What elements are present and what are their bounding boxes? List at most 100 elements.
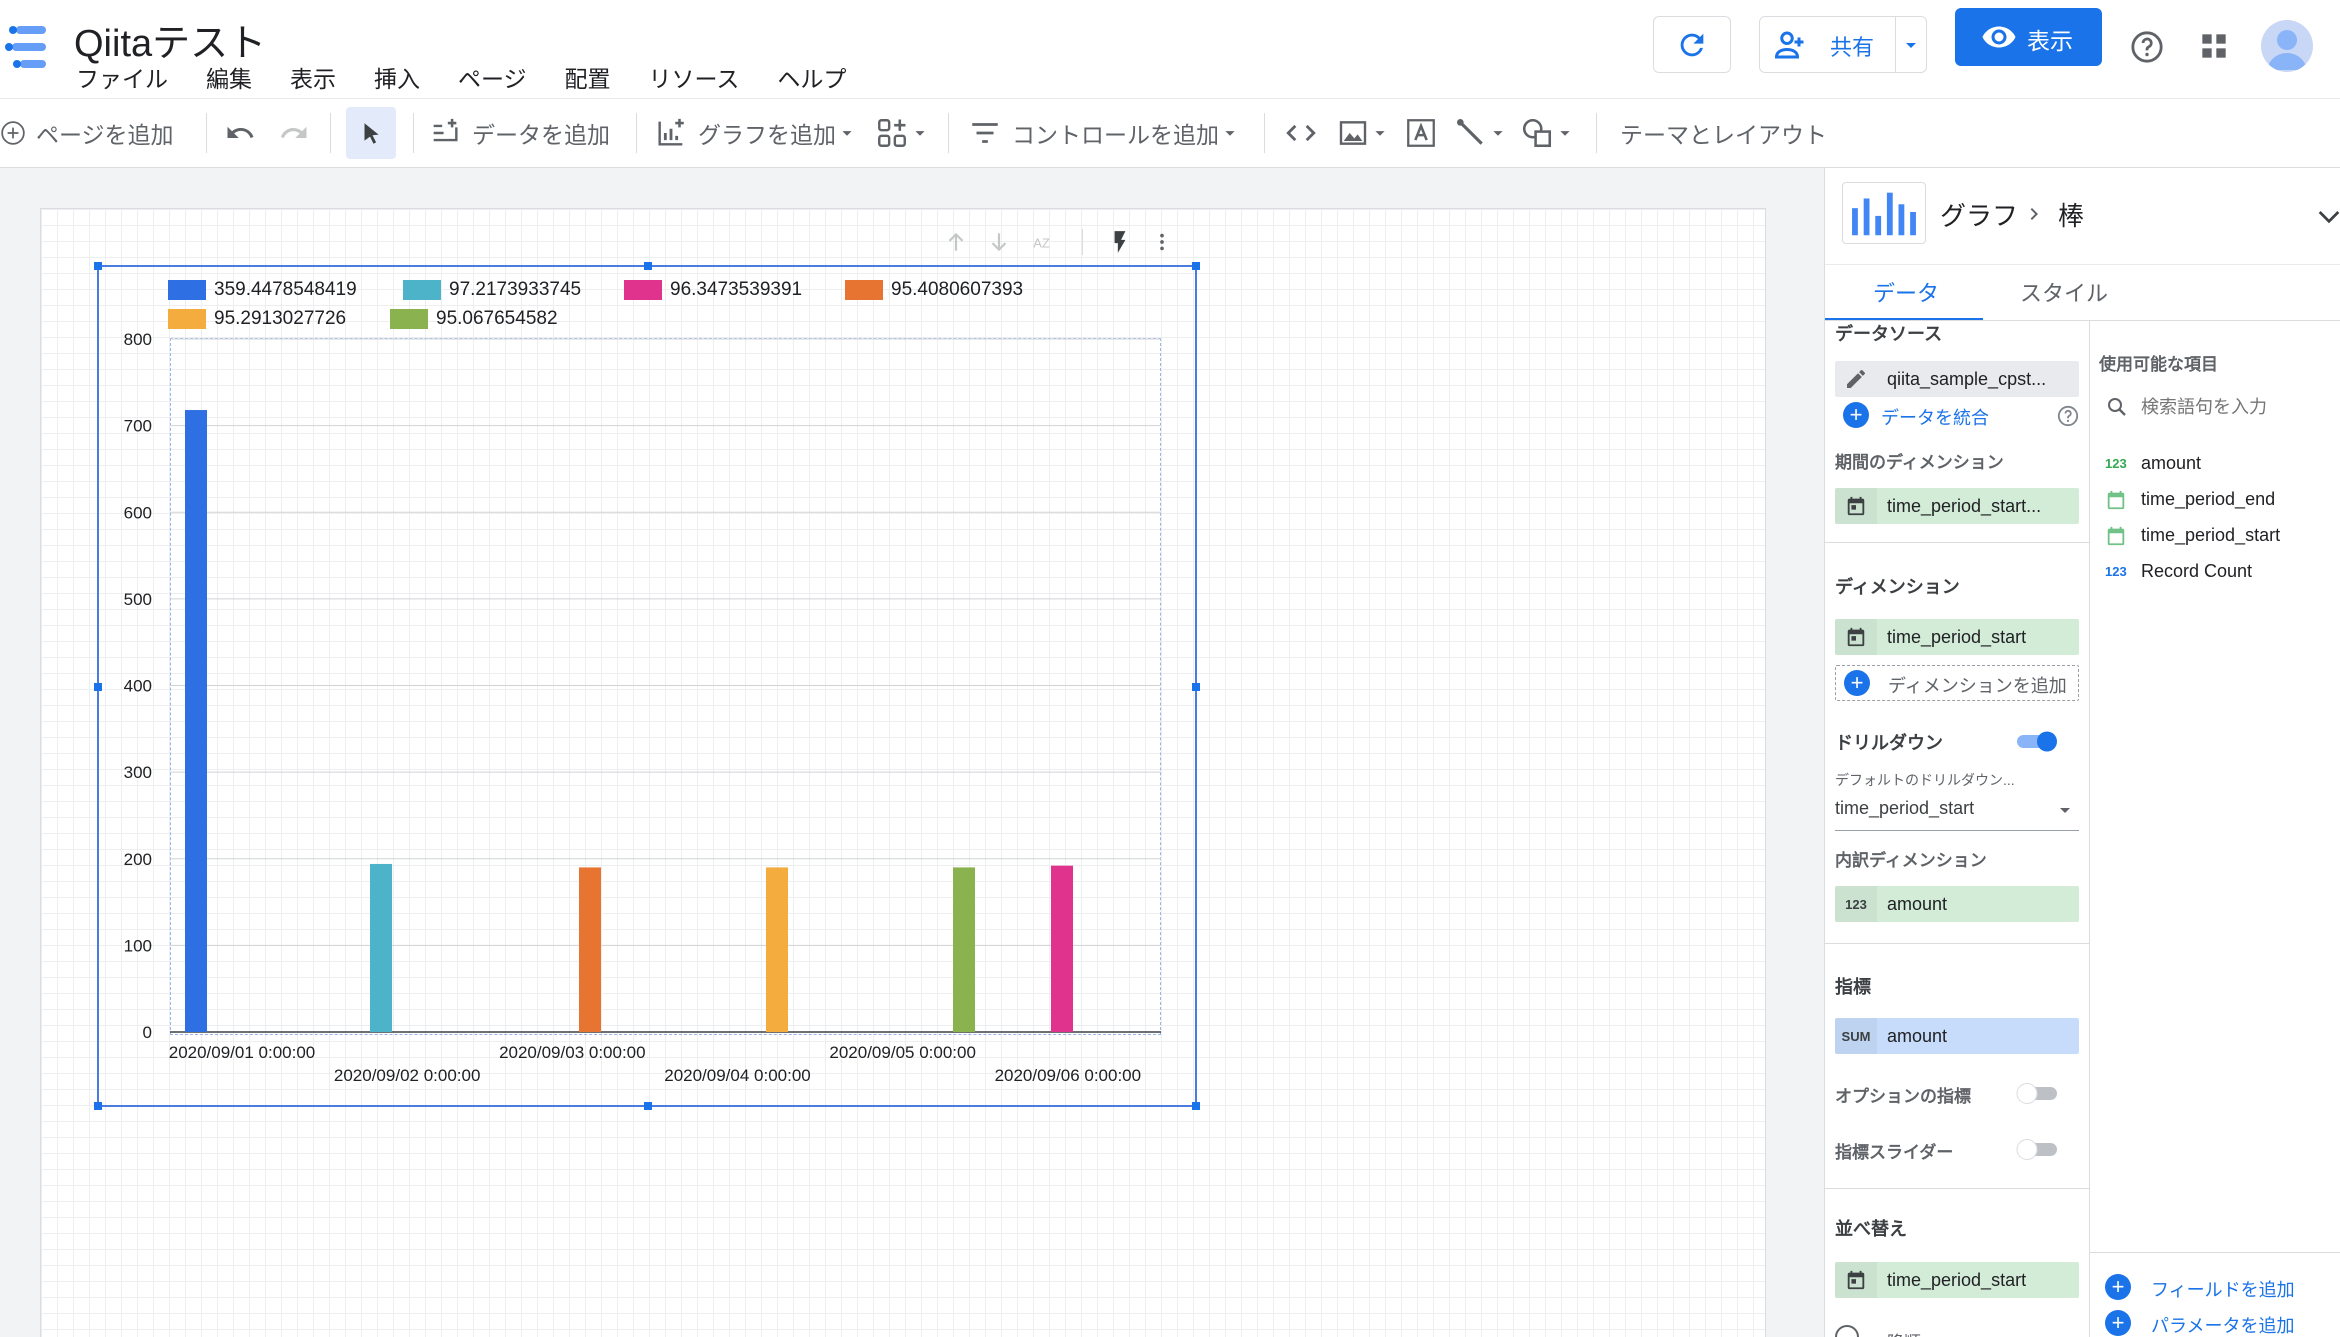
share-label: 共有 <box>1830 35 1875 60</box>
breakdown-title: 内訳ディメンション <box>1835 851 1987 870</box>
refresh-icon <box>1680 33 1704 57</box>
help-icon[interactable] <box>2130 30 2164 64</box>
drilldown-toggle[interactable] <box>2015 730 2059 752</box>
drilldown-title: ドリルダウン <box>1835 733 1943 753</box>
section-divider <box>1825 1188 2089 1189</box>
dropdown-arrow-icon <box>1375 131 1385 136</box>
available-field[interactable]: time_period_end <box>2105 486 2335 516</box>
shape-button[interactable] <box>1520 99 1576 167</box>
dropdown-arrow-icon[interactable] <box>2053 798 2077 822</box>
default-drilldown-select[interactable]: time_period_start <box>1835 798 1974 819</box>
x-tick-label: 2020/09/03 0:00:00 <box>499 1043 646 1062</box>
field-name: time_period_start <box>2141 525 2281 545</box>
person-icon <box>2267 30 2307 70</box>
bar <box>370 863 392 1032</box>
sort-field[interactable]: time_period_start <box>1835 1262 2079 1298</box>
optional-metric-label: オプションの指標 <box>1835 1087 1971 1106</box>
dimension-title: ディメンション <box>1835 577 1960 597</box>
metric-value: amount <box>1887 1025 1948 1046</box>
select-underline <box>1835 830 2079 831</box>
pencil-icon <box>1835 361 1877 397</box>
sort-order-radio[interactable] <box>1835 1325 1859 1337</box>
available-fields-title: 使用可能な項目 <box>2099 355 2218 374</box>
default-drilldown-label: デフォルトのドリルダウン... <box>1835 772 2015 788</box>
date-dimension-value: time_period_start... <box>1887 495 2042 516</box>
tab-data[interactable]: データ <box>1873 276 1939 308</box>
y-tick-label: 300 <box>124 763 152 782</box>
dimension-value: time_period_start <box>1887 626 2027 647</box>
add-person-icon <box>1774 31 1804 59</box>
blend-data-link[interactable]: データを統合 <box>1881 404 1989 430</box>
line-icon <box>1457 119 1483 145</box>
theme-layout-label: テーマとレイアウト <box>1620 122 1827 148</box>
available-field[interactable]: 123 Record Count <box>2105 558 2335 588</box>
metric-slider-toggle[interactable] <box>2015 1138 2059 1160</box>
refresh-button[interactable] <box>1653 16 1731 73</box>
view-label: 表示 <box>2027 28 2073 54</box>
date-dimension-field[interactable]: time_period_start... <box>1835 488 2079 524</box>
metric-field[interactable]: SUM amount <box>1835 1018 2079 1054</box>
x-tick-label: 2020/09/02 0:00:00 <box>334 1066 481 1085</box>
image-button[interactable] <box>1337 99 1391 167</box>
calendar-icon <box>2107 490 2125 510</box>
line-button[interactable] <box>1455 99 1509 167</box>
add-field-link[interactable]: フィールドを追加 <box>2151 1276 2295 1302</box>
available-field[interactable]: time_period_start <box>2105 522 2335 552</box>
number-type-icon: 123 <box>1835 886 1877 922</box>
calendar-icon <box>1835 1262 1877 1298</box>
field-search-input[interactable] <box>2141 390 2331 424</box>
add-dimension-label: ディメンションを追加 <box>1888 676 2067 696</box>
chevron-down-icon[interactable] <box>2313 200 2340 232</box>
embed-code-button[interactable] <box>1284 99 1318 167</box>
apps-grid-icon[interactable] <box>2200 32 2228 60</box>
help-icon[interactable] <box>2057 405 2079 427</box>
sort-order-label: 降順 <box>1887 1328 1921 1337</box>
dropdown-arrow-icon <box>1560 131 1570 136</box>
bar <box>579 867 601 1032</box>
x-tick-label: 2020/09/04 0:00:00 <box>664 1066 811 1085</box>
text-box-button[interactable] <box>1404 99 1438 167</box>
code-icon <box>1286 124 1316 142</box>
available-field[interactable]: 123 amount <box>2105 450 2335 480</box>
breadcrumb-root: グラフ <box>1940 201 2019 231</box>
add-parameter-link[interactable]: パラメータを追加 <box>2151 1312 2294 1337</box>
text-box-icon <box>1407 119 1435 147</box>
metric-title: 指標 <box>1835 977 1871 997</box>
dimension-field[interactable]: time_period_start <box>1835 619 2079 655</box>
chart-type-button[interactable] <box>1842 182 1926 244</box>
panel-divider <box>1825 264 2340 265</box>
properties-panel: グラフ 棒 データ スタイル データソース qiita_sample_cpst.… <box>1824 168 2340 1337</box>
blend-add-icon[interactable]: + <box>1843 402 1869 428</box>
account-avatar[interactable] <box>2261 20 2313 72</box>
search-icon <box>2108 398 2126 416</box>
optional-metric-toggle[interactable] <box>2015 1082 2059 1104</box>
toolbar-divider <box>1264 113 1265 153</box>
share-divider <box>1895 17 1896 72</box>
section-divider <box>2089 1252 2340 1253</box>
number-type-icon: 123 <box>2105 564 2127 579</box>
image-icon <box>1339 121 1367 145</box>
bar <box>953 867 975 1032</box>
tab-style[interactable]: スタイル <box>2020 276 2108 308</box>
share-dropdown-icon[interactable] <box>1899 33 1923 57</box>
field-name: amount <box>2141 453 2202 473</box>
breakdown-field[interactable]: 123 amount <box>1835 886 2079 922</box>
add-parameter-icon[interactable]: + <box>2105 1310 2131 1336</box>
y-tick-label: 200 <box>124 850 152 869</box>
dropdown-arrow-icon <box>1493 131 1503 136</box>
y-tick-label: 600 <box>124 503 152 522</box>
sort-title: 並べ替え <box>1835 1219 1907 1239</box>
theme-layout-button[interactable]: テーマとレイアウト <box>1620 99 1827 167</box>
section-divider <box>1825 943 2089 944</box>
bar-chart[interactable]: 800 700 600 500 400 300 200 100 0 2020/09/01 0:00… <box>0 0 1224 1337</box>
y-tick-label: 400 <box>124 677 152 696</box>
y-tick-label: 500 <box>124 590 152 609</box>
add-dimension-button[interactable]: + ディメンションを追加 <box>1835 665 2079 701</box>
data-source-title: データソース <box>1835 324 1943 344</box>
add-field-icon[interactable]: + <box>2105 1274 2131 1300</box>
data-source-field[interactable]: qiita_sample_cpst... <box>1835 361 2079 397</box>
eye-icon <box>1982 26 2016 48</box>
bar-chart-icon <box>1852 192 1916 236</box>
shapes-icon <box>1522 118 1552 148</box>
calendar-icon <box>1835 619 1877 655</box>
